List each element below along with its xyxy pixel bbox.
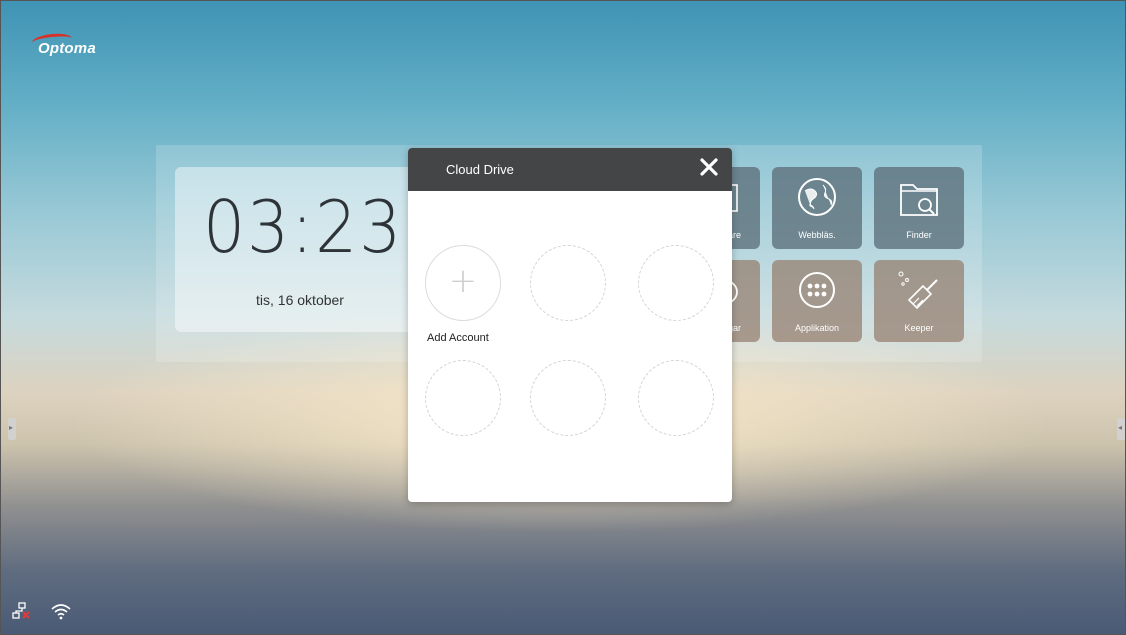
wifi-icon[interactable] (50, 601, 72, 621)
empty-account-slot (638, 360, 714, 436)
tile-label: Finder (906, 230, 932, 240)
add-account-button[interactable]: + (425, 245, 501, 321)
clock-time: 03:23 (203, 185, 404, 269)
tile-keeper[interactable]: Keeper (874, 260, 964, 342)
optoma-logo: Optoma (30, 31, 120, 60)
globe-icon (798, 178, 836, 216)
network-disconnected-icon[interactable] (12, 601, 32, 621)
tile-label: are (728, 230, 742, 240)
clock-widget[interactable]: 03:23 tis, 16 oktober (175, 167, 435, 332)
logo-text: Optoma (38, 40, 96, 57)
chevron-right-icon: ▸ (9, 423, 14, 432)
dialog-title: Cloud Drive (446, 162, 514, 177)
tile-label: gar (728, 323, 742, 333)
right-edge-tab[interactable]: ◂ (1117, 418, 1125, 440)
cloud-drive-dialog: Cloud Drive + Add Account (408, 148, 732, 502)
close-icon (700, 158, 718, 176)
add-account-label[interactable]: Add Account (427, 332, 489, 344)
folder-search-icon (900, 184, 938, 216)
tile-webbrowser[interactable]: Webbläs. (772, 167, 862, 249)
dialog-header: Cloud Drive (408, 148, 732, 191)
tile-label: Webbläs. (798, 230, 836, 240)
tile-finder[interactable]: Finder (874, 167, 964, 249)
close-button[interactable] (696, 154, 722, 180)
apps-grid-icon (799, 272, 835, 308)
status-bar (12, 601, 72, 626)
tile-label: Keeper (904, 323, 934, 333)
empty-account-slot (425, 360, 501, 436)
empty-account-slot (530, 360, 606, 436)
clock-date: tis, 16 oktober (256, 292, 344, 308)
empty-account-slot (530, 245, 606, 321)
tile-applications[interactable]: Applikation (772, 260, 862, 342)
broom-icon (898, 271, 938, 310)
empty-account-slot (638, 245, 714, 321)
chevron-left-icon: ◂ (1118, 423, 1123, 432)
tile-label: Applikation (794, 323, 840, 333)
plus-icon: + (448, 261, 478, 301)
left-edge-tab[interactable]: ▸ (8, 418, 16, 440)
